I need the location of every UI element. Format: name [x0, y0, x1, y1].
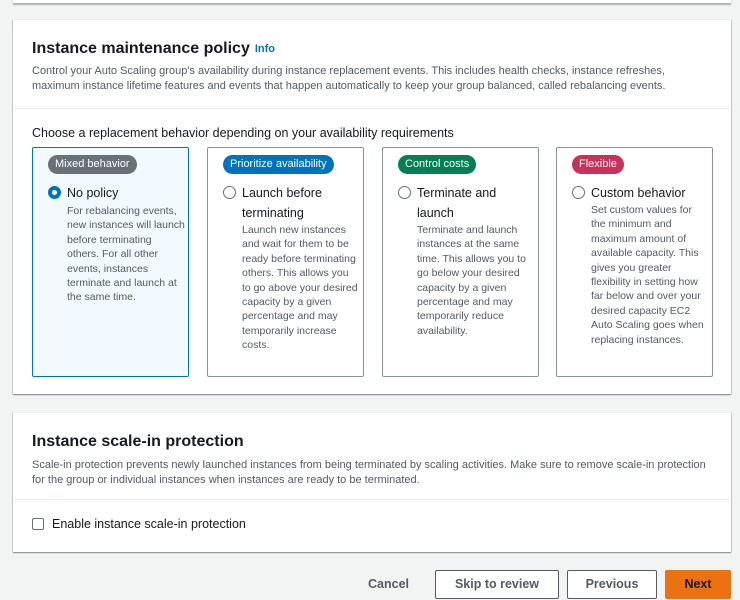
scale-in-protection-description: Scale-in protection prevents newly launc… [32, 459, 706, 486]
maintenance-policy-title: Instance maintenance policy [32, 40, 250, 57]
badge-mixed-behavior: Mixed behavior [48, 155, 137, 174]
option-desc-terminate-and-launch: Terminate and launch instances at the sa… [417, 224, 526, 337]
scale-in-protection-option[interactable]: Enable instance scale-in protection [32, 517, 246, 531]
option-no-policy[interactable]: Mixed behavior No policy For rebalancing… [32, 147, 189, 377]
radio-custom-behavior[interactable] [572, 186, 585, 199]
option-title-terminate-and-launch: Terminate and launch [417, 186, 497, 220]
scale-in-protection-panel: Instance scale-in protection Scale-in pr… [13, 412, 731, 552]
radio-launch-before-terminating[interactable] [223, 186, 236, 199]
badge-flexible: Flexible [572, 155, 624, 174]
radio-terminate-and-launch[interactable] [398, 186, 411, 199]
cancel-button[interactable]: Cancel [360, 570, 417, 599]
option-title-launch-before-terminating: Launch before terminating [242, 186, 322, 220]
next-button[interactable]: Next [665, 570, 731, 599]
info-link[interactable]: Info [255, 43, 275, 55]
scale-in-protection-label: Enable instance scale-in protection [52, 517, 246, 531]
maintenance-policy-panel: Instance maintenance policy Info Control … [13, 19, 731, 394]
skip-to-review-button[interactable]: Skip to review [435, 570, 559, 599]
scale-in-protection-checkbox[interactable] [32, 518, 44, 530]
option-title-no-policy: No policy [67, 186, 119, 200]
wizard-actions: Cancel Skip to review Previous Next [0, 570, 740, 600]
option-terminate-and-launch[interactable]: Control costs Terminate and launch Termi… [382, 147, 539, 377]
replacement-behavior-question: Choose a replacement behavior depending … [32, 126, 454, 140]
option-desc-launch-before-terminating: Launch new instances and wait for them t… [242, 224, 358, 352]
scale-in-protection-title: Instance scale-in protection [32, 433, 244, 450]
previous-section-card [13, 0, 731, 4]
badge-prioritize-availability: Prioritize availability [223, 155, 334, 174]
scale-in-protection-header: Instance scale-in protection Scale-in pr… [13, 413, 731, 500]
badge-control-costs: Control costs [398, 155, 477, 174]
previous-button[interactable]: Previous [567, 570, 657, 599]
maintenance-policy-description: Control your Auto Scaling group's availa… [32, 65, 666, 92]
option-title-custom-behavior: Custom behavior [591, 186, 686, 200]
option-desc-no-policy: For rebalancing events, new instances wi… [67, 205, 185, 304]
option-launch-before-terminating[interactable]: Prioritize availability Launch before te… [207, 147, 364, 377]
maintenance-policy-header: Instance maintenance policy Info Control … [13, 20, 731, 109]
radio-no-policy[interactable] [48, 186, 61, 199]
option-custom-behavior[interactable]: Flexible Custom behavior Set custom valu… [556, 147, 713, 377]
option-desc-custom-behavior: Set custom values for the minimum and ma… [591, 204, 704, 346]
